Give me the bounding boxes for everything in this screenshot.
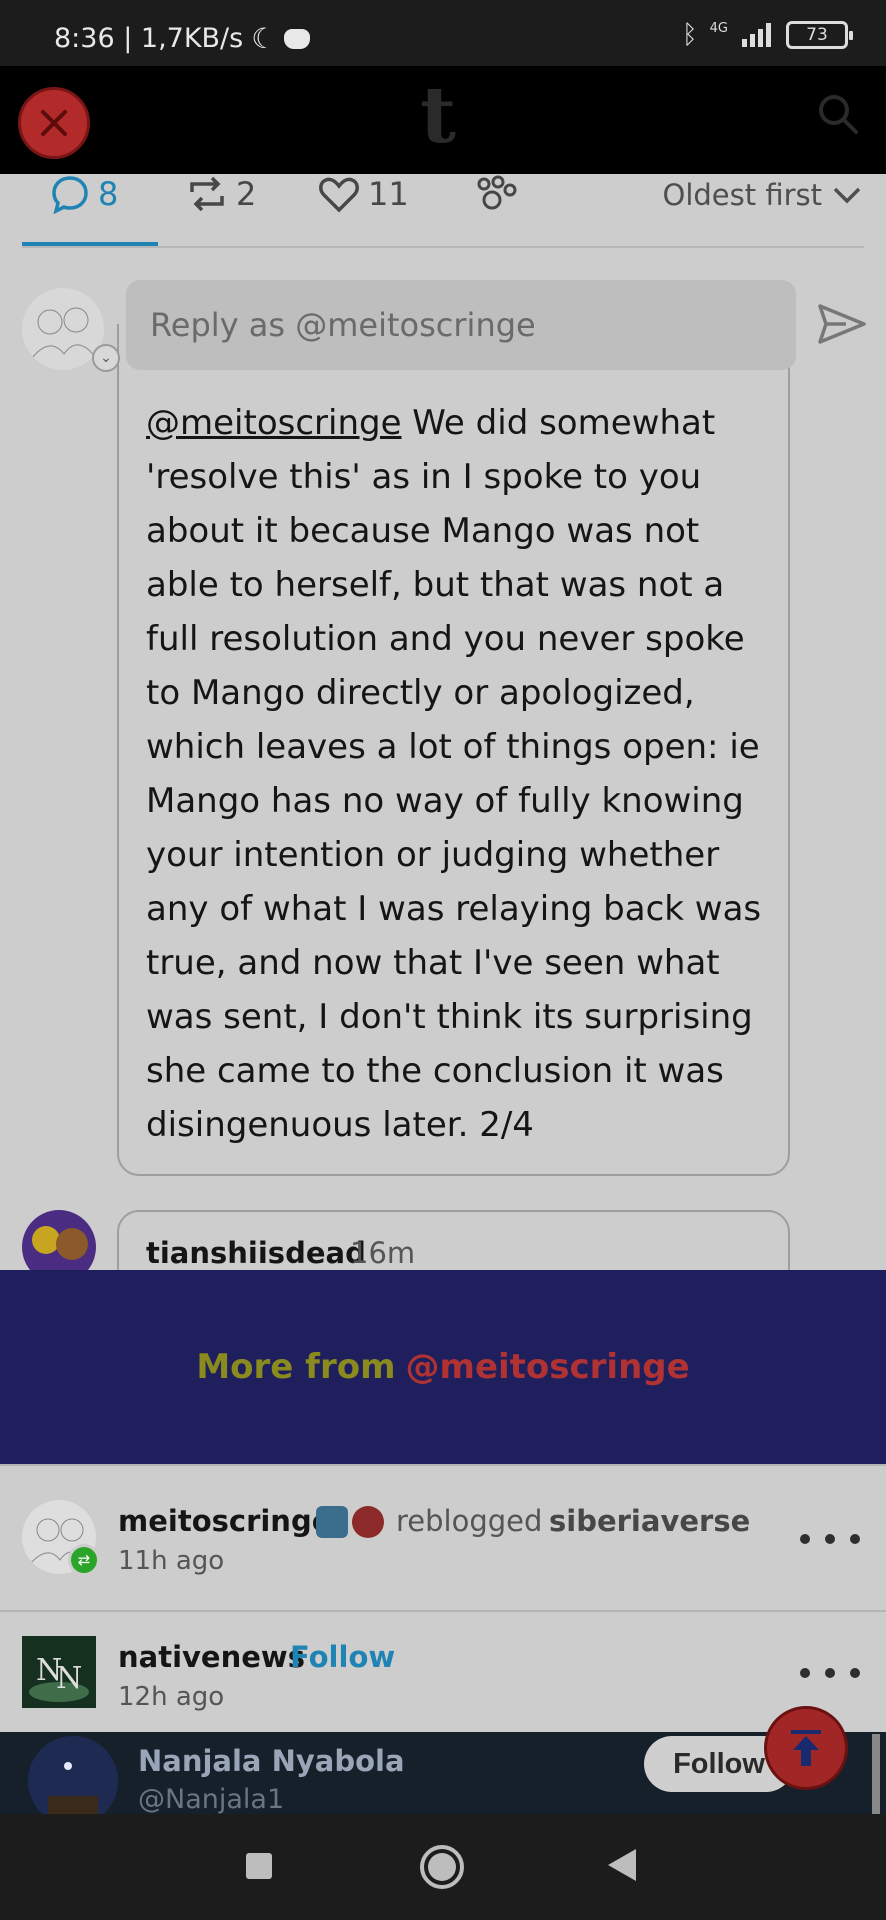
likes-count: 11 [368,175,409,213]
close-icon [41,110,67,136]
signal-icon [742,23,771,47]
bluetooth-icon: ᛒ [682,20,698,50]
search-icon[interactable] [816,92,860,136]
avatar[interactable] [28,1736,118,1814]
more-from-user[interactable]: @meitoscringe [406,1347,690,1387]
comment-text: @meitoscringe We did somewhat 'resolve t… [146,396,776,1152]
more-from-label: More from [196,1347,396,1387]
tab-community[interactable] [474,174,518,214]
avatar-logo: NN [22,1636,96,1708]
tab-likes[interactable]: 11 [318,174,409,214]
embedded-profile-card: Nanjala Nyabola @Nanjala1 Follow [0,1732,886,1814]
heart-icon [319,177,359,213]
avatar[interactable] [22,1210,96,1270]
comment-icon [52,176,88,214]
embed-name: Nanjala Nyabola [138,1744,405,1778]
tabs-divider [22,246,864,248]
post-username[interactable]: meitoscringe [118,1504,331,1538]
post-username[interactable]: nativenews [118,1640,305,1674]
divider [0,1610,886,1612]
comment-username[interactable]: tianshiisdead [146,1236,366,1270]
discord-icon [284,28,311,49]
feed-list: ⇄ meitoscringe reblogged siberiaverse 11… [0,1464,886,1732]
robot-badge-icon [316,1506,348,1538]
avatar[interactable]: NN [22,1636,96,1708]
scrollbar[interactable] [872,1734,880,1814]
notes-panel: 8 2 11 Oldest first @meitoscringe We did… [0,174,886,1270]
user-badges [316,1506,384,1538]
scroll-to-top-button[interactable] [764,1706,848,1790]
battery-level: 73 [806,25,828,45]
notes-tabs: 8 2 11 Oldest first [0,174,886,248]
reblogs-count: 2 [236,175,257,213]
more-from-banner[interactable]: More from @meitoscringe [0,1270,886,1464]
sort-dropdown[interactable]: Oldest first [663,178,863,212]
avatar-photo [28,1736,118,1814]
post-options-button[interactable] [800,1524,860,1554]
recents-button[interactable] [246,1853,272,1879]
stop-badge-icon [352,1506,384,1538]
comment-time: 16m [350,1236,416,1270]
chevron-down-icon [833,187,861,204]
status-time: 8:36 | 1,7KB/s [54,23,244,54]
send-icon[interactable] [816,298,868,350]
community-icon [477,175,517,210]
sort-label: Oldest first [662,178,823,212]
post-time: 11h ago [118,1546,225,1576]
comments-count: 8 [98,175,119,213]
comment-body: We did somewhat 'resolve this' as in I s… [146,403,762,1145]
home-button[interactable] [420,1845,464,1889]
tab-reblogs[interactable]: 2 [186,174,256,214]
comment-mention-link[interactable]: @meitoscringe [146,403,402,443]
tab-comments[interactable]: 8 [50,174,118,214]
tumblr-logo[interactable]: t [420,70,456,161]
embed-handle: @Nanjala1 [138,1784,285,1814]
reblog-icon [190,176,224,212]
arrow-up-icon [791,1730,821,1766]
post-action: reblogged [396,1504,543,1538]
chevron-down-icon[interactable]: ⌄ [92,344,120,372]
follow-button[interactable]: Follow [290,1640,395,1674]
divider [0,1464,886,1466]
reblog-icon: ⇄ [68,1544,100,1576]
post-options-button[interactable] [800,1658,860,1688]
post-time: 12h ago [118,1682,225,1712]
battery-indicator: 73 [786,21,853,49]
status-bar: 8:36 | 1,7KB/s ☾ ᛒ 4G 73 [0,0,886,66]
reply-input[interactable] [126,280,796,370]
avatar-art [32,1226,88,1260]
post-source-user[interactable]: siberiaverse [549,1504,750,1538]
network-label: 4G [709,20,728,36]
moon-icon: ☾ [251,22,277,55]
close-button[interactable] [18,87,90,159]
svg-text:N: N [56,1661,82,1696]
back-button[interactable] [608,1849,636,1881]
